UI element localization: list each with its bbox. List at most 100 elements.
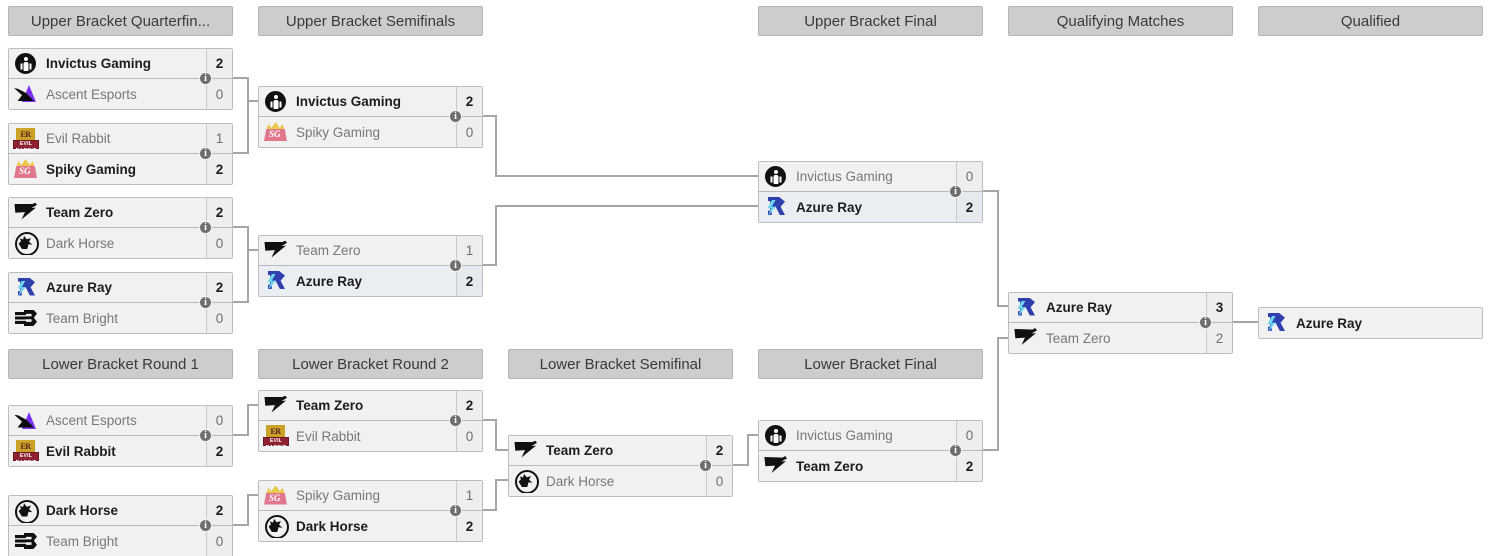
dark-horse-logo	[513, 469, 539, 493]
match-team-row[interactable]: Team Zero 2	[9, 198, 232, 228]
match-info-icon[interactable]: i	[949, 444, 962, 457]
match-card[interactable]: SG Spiky Gaming 1 Dark Horse 2 i	[258, 480, 483, 542]
match-team-row[interactable]: Team Zero 2	[759, 451, 982, 481]
team-zero-logo	[763, 454, 789, 478]
match-team-row[interactable]: Dark Horse 2	[259, 511, 482, 541]
bracket-connector-line	[495, 479, 509, 481]
azure-ray-logo	[1263, 311, 1289, 335]
match-team-row[interactable]: Team Zero 2	[509, 436, 732, 466]
match-team-row[interactable]: Team Zero 1	[259, 236, 482, 266]
bracket-connector-line	[247, 494, 249, 526]
team-name: Dark Horse	[46, 503, 119, 518]
match-team-row[interactable]: Invictus Gaming 0	[759, 421, 982, 451]
match-card[interactable]: Team Zero 2 ER EVIL RABBIT Evil Rabbit 0 i	[258, 390, 483, 452]
match-team-row[interactable]: Invictus Gaming 0	[759, 162, 982, 192]
match-team-row[interactable]: Dark Horse 0	[509, 466, 732, 496]
match-team-row[interactable]: ER EVIL RABBIT Evil Rabbit 0	[259, 421, 482, 451]
match-team-row[interactable]: Invictus Gaming 2	[259, 87, 482, 117]
match-info-icon[interactable]: i	[199, 147, 212, 160]
team-name: Invictus Gaming	[796, 428, 893, 443]
match-info-icon[interactable]: i	[449, 504, 462, 517]
match-card[interactable]: Invictus Gaming 0 Team Zero 2 i	[758, 420, 983, 482]
match-card[interactable]: Azure Ray 2 Team Bright 0 i	[8, 272, 233, 334]
bracket-connector-line	[997, 337, 999, 451]
match-card[interactable]: Ascent Esports 0 ER EVIL RABBIT Evil Rabbit 2…	[8, 405, 233, 467]
team-name: Dark Horse	[296, 518, 369, 534]
match-team-row[interactable]: SG Spiky Gaming 2	[9, 154, 232, 184]
round-header: Lower Bracket Final	[758, 349, 983, 379]
match-card[interactable]: Team Zero 2 Dark Horse 0 i	[8, 197, 233, 259]
bracket-connector-line	[495, 449, 509, 451]
match-team-row[interactable]: Ascent Esports 0	[9, 406, 232, 436]
team-name: Azure Ray	[296, 273, 363, 289]
match-info-icon[interactable]: i	[199, 296, 212, 309]
ascent-esports-logo	[13, 82, 39, 106]
match-team-row[interactable]: Azure Ray 2	[759, 192, 982, 222]
team-name: Invictus Gaming	[296, 94, 402, 109]
team-zero-logo	[13, 201, 39, 225]
team-name: Team Zero	[546, 443, 614, 458]
qualified-team-row[interactable]: Azure Ray	[1259, 308, 1482, 338]
match-team-row[interactable]: SG Spiky Gaming 0	[259, 117, 482, 147]
bracket-connector-line	[495, 115, 497, 177]
match-card[interactable]: Invictus Gaming 2 Ascent Esports 0 i	[8, 48, 233, 110]
match-team-row[interactable]: ER EVIL RABBIT Evil Rabbit 2	[9, 436, 232, 466]
spiky-gaming-logo: SG	[263, 484, 289, 508]
match-card[interactable]: Dark Horse 2 Team Bright 0 i	[8, 495, 233, 556]
match-team-row[interactable]: Azure Ray 2	[259, 266, 482, 296]
team-score: 2	[206, 436, 232, 466]
match-card[interactable]: Azure Ray 3 Team Zero 2 i	[1008, 292, 1233, 354]
team-name: Spiky Gaming	[46, 161, 137, 177]
dark-horse-logo	[13, 231, 39, 255]
match-info-icon[interactable]: i	[199, 72, 212, 85]
team-score: 0	[706, 466, 732, 496]
match-team-row[interactable]: Dark Horse 0	[9, 228, 232, 258]
invictus-gaming-logo	[763, 424, 789, 448]
round-header: Upper Bracket Quarterfin...	[8, 6, 233, 36]
azure-ray-logo	[1013, 296, 1039, 320]
match-info-icon[interactable]: i	[199, 221, 212, 234]
team-name: Spiky Gaming	[296, 488, 381, 503]
bracket-connector-line	[495, 175, 759, 177]
match-card[interactable]: Invictus Gaming 0 Azure Ray 2 i	[758, 161, 983, 223]
round-header: Lower Bracket Semifinal	[508, 349, 733, 379]
match-team-row[interactable]: Team Zero 2	[259, 391, 482, 421]
match-team-row[interactable]: SG Spiky Gaming 1	[259, 481, 482, 511]
match-info-icon[interactable]: i	[699, 459, 712, 472]
match-info-icon[interactable]: i	[449, 259, 462, 272]
match-team-row[interactable]: Invictus Gaming 2	[9, 49, 232, 79]
match-info-icon[interactable]: i	[1199, 316, 1212, 329]
match-info-icon[interactable]: i	[199, 519, 212, 532]
round-header: Qualifying Matches	[1008, 6, 1233, 36]
match-team-row[interactable]: Team Bright 0	[9, 526, 232, 556]
match-info-icon[interactable]: i	[449, 110, 462, 123]
invictus-gaming-logo	[263, 90, 289, 114]
team-zero-logo	[1013, 326, 1039, 350]
match-team-row[interactable]: Ascent Esports 0	[9, 79, 232, 109]
match-team-row[interactable]: Team Zero 2	[1009, 323, 1232, 353]
bracket-canvas: Upper Bracket Quarterfin... Upper Bracket…	[0, 0, 1488, 556]
qualified-card[interactable]: Azure Ray	[1258, 307, 1483, 339]
team-score: 2	[956, 192, 982, 222]
team-score: 2	[456, 266, 482, 296]
round-header: Upper Bracket Final	[758, 6, 983, 36]
match-card[interactable]: ER EVIL RABBIT Evil Rabbit 1 SG Spiky Gaming 2…	[8, 123, 233, 185]
match-info-icon[interactable]: i	[199, 429, 212, 442]
match-team-row[interactable]: Team Bright 0	[9, 303, 232, 333]
team-score: 0	[206, 303, 232, 333]
bracket-connector-line	[1233, 321, 1259, 323]
match-team-row[interactable]: Dark Horse 2	[9, 496, 232, 526]
match-card[interactable]: Team Zero 2 Dark Horse 0 i	[508, 435, 733, 497]
match-team-row[interactable]: Azure Ray 2	[9, 273, 232, 303]
match-card[interactable]: Team Zero 1 Azure Ray 2 i	[258, 235, 483, 297]
match-team-row[interactable]: ER EVIL RABBIT Evil Rabbit 1	[9, 124, 232, 154]
team-score: 0	[206, 79, 232, 109]
team-name: Team Zero	[296, 398, 364, 413]
azure-ray-logo	[763, 195, 789, 219]
match-info-icon[interactable]: i	[449, 414, 462, 427]
dark-horse-logo	[263, 514, 289, 538]
match-team-row[interactable]: Azure Ray 3	[1009, 293, 1232, 323]
match-info-icon[interactable]: i	[949, 185, 962, 198]
team-score: 0	[206, 228, 232, 258]
match-card[interactable]: Invictus Gaming 2 SG Spiky Gaming 0 i	[258, 86, 483, 148]
